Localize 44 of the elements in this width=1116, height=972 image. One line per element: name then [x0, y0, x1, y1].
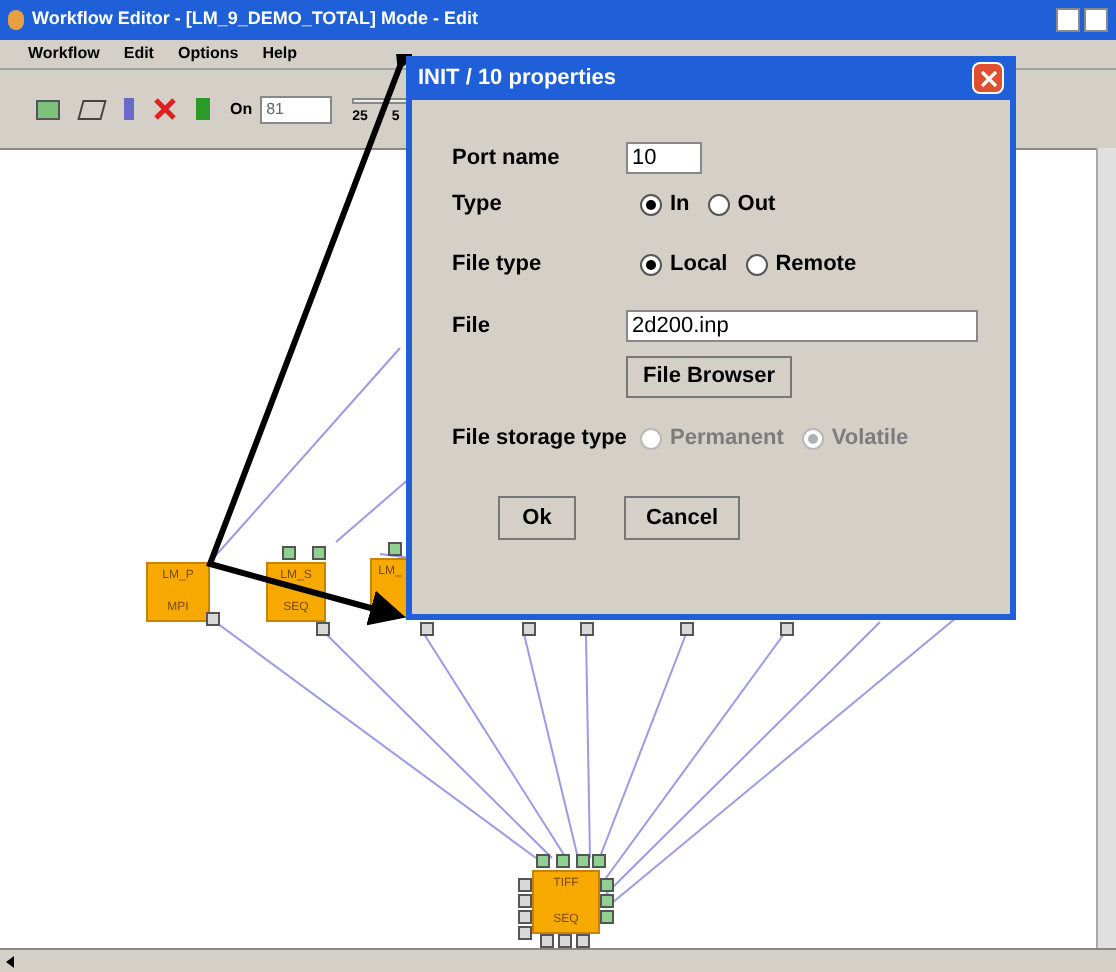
file-field[interactable]: 2d200.inp: [626, 310, 978, 342]
maximize-button[interactable]: [1084, 8, 1108, 32]
port-icon[interactable]: [282, 546, 296, 560]
on-label: On: [230, 97, 253, 121]
file-browser-button[interactable]: File Browser: [626, 356, 792, 398]
port-icon[interactable]: [780, 622, 794, 636]
menu-item[interactable]: Help: [262, 42, 298, 66]
radio-button[interactable]: [640, 253, 662, 275]
radio-option[interactable]: Local: [640, 247, 728, 281]
port-icon[interactable]: [388, 542, 402, 556]
port-icon[interactable]: [580, 622, 594, 636]
port-name-field[interactable]: 10: [626, 142, 702, 174]
port-icon[interactable]: [680, 622, 694, 636]
type-label: Type: [452, 189, 504, 220]
port-icon[interactable]: [312, 546, 326, 560]
radio-button[interactable]: [707, 193, 730, 215]
cancel-button[interactable]: Cancel: [624, 496, 740, 540]
menu-item[interactable]: Options: [177, 42, 239, 66]
radio-option[interactable]: Out: [707, 187, 776, 221]
minimize-button[interactable]: [1056, 8, 1080, 32]
on-field[interactable]: 81: [260, 95, 333, 123]
port-icon[interactable]: [522, 622, 536, 636]
radio-button[interactable]: [640, 193, 662, 215]
horizontal-scrollbar[interactable]: [0, 948, 1116, 972]
delete-icon[interactable]: [154, 98, 176, 120]
app-icon: [8, 10, 24, 30]
file-label: File: [452, 311, 492, 342]
menu-item[interactable]: Edit: [123, 42, 154, 66]
ok-button[interactable]: Ok: [498, 496, 576, 540]
radio-option[interactable]: Remote: [745, 247, 857, 281]
port-icon[interactable]: [316, 622, 330, 636]
dialog-title: INIT / 10 properties: [418, 63, 617, 94]
close-icon: [979, 69, 997, 87]
window-title: Workflow Editor - [LM_9_DEMO_TOTAL] Mode - Edit: [32, 6, 478, 33]
menu-item[interactable]: Workflow: [28, 42, 100, 66]
radio-button[interactable]: [745, 253, 768, 275]
port-icon[interactable]: [206, 612, 220, 626]
radio-option[interactable]: In: [640, 187, 690, 221]
close-button[interactable]: [972, 62, 1004, 94]
port-icon[interactable]: [420, 622, 434, 636]
vertical-scrollbar[interactable]: [1096, 148, 1116, 948]
file-storage-type-label: File storage type: [452, 423, 629, 454]
port-name-label: Port name: [452, 143, 562, 174]
file-type-label: File type: [452, 249, 544, 280]
